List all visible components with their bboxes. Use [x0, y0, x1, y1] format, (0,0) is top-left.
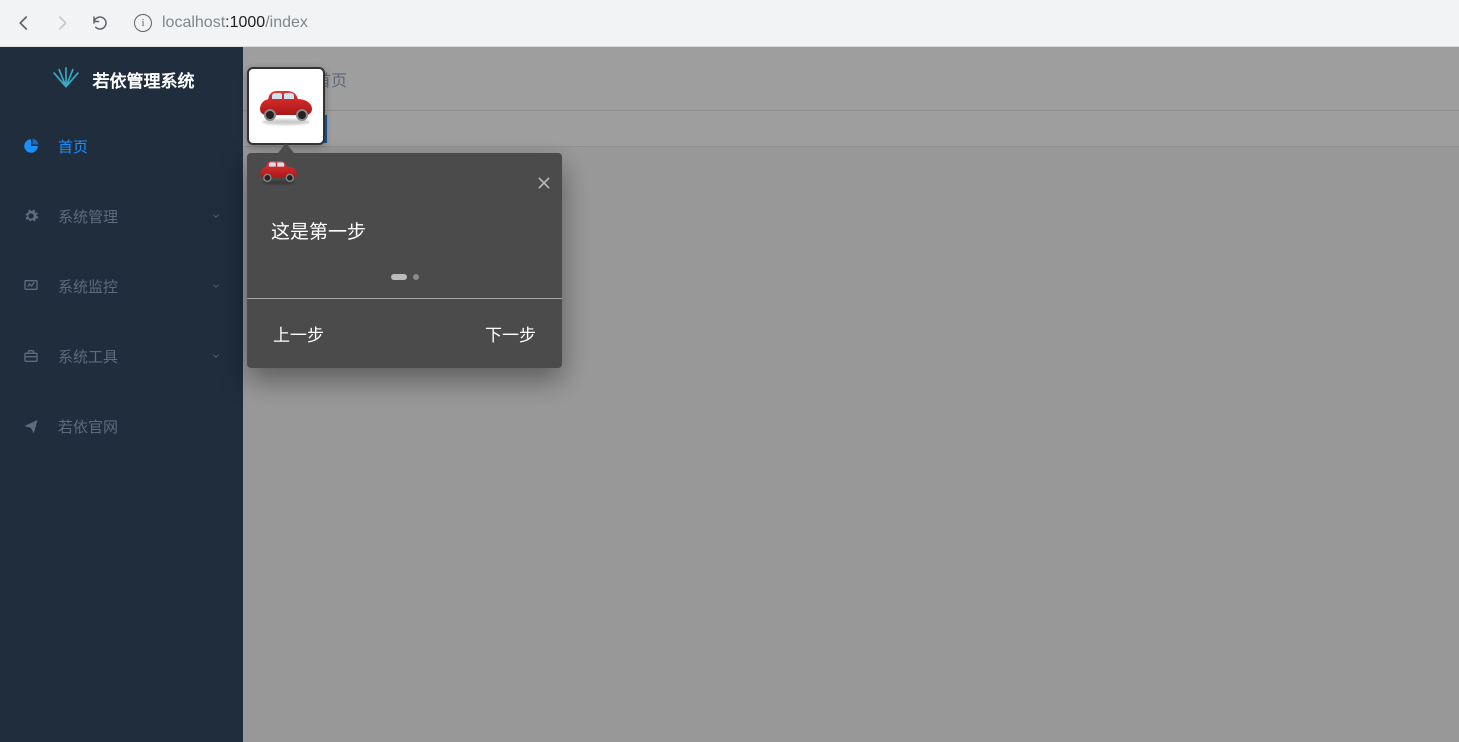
tour-popover-header: [247, 153, 562, 187]
brand-logo-icon: [49, 67, 83, 91]
dashboard-icon: [22, 137, 40, 155]
sidebar-item-label: 系统管理: [58, 206, 118, 227]
tour-popover: 这是第一步 上一步 下一步: [247, 153, 562, 368]
browser-forward-button[interactable]: [48, 9, 76, 37]
browser-toolbar: i localhost:1000/index: [0, 0, 1459, 47]
tour-overlay[interactable]: [243, 47, 1459, 742]
sidebar-item-label: 系统监控: [58, 276, 118, 297]
browser-address-bar[interactable]: i localhost:1000/index: [134, 14, 1449, 32]
monitor-icon: [22, 278, 40, 294]
sidebar-item-label: 系统工具: [58, 346, 118, 367]
sidebar-item-system-tools[interactable]: 系统工具: [0, 321, 243, 391]
toolbox-icon: [22, 348, 40, 364]
tour-step-target[interactable]: [247, 67, 325, 145]
sidebar-item-label: 若依官网: [58, 416, 118, 437]
sidebar: 若依管理系统 首页 系统管理 系统监控: [0, 47, 243, 742]
browser-reload-button[interactable]: [86, 9, 114, 37]
site-info-icon[interactable]: i: [134, 14, 152, 32]
url-host: localhost: [162, 14, 225, 32]
url-path: /index: [265, 14, 308, 32]
sidebar-item-label: 首页: [58, 136, 88, 157]
sidebar-item-official-site[interactable]: 若依官网: [0, 391, 243, 461]
tour-popover-arrow-icon: [278, 143, 294, 153]
car-icon: [259, 161, 463, 176]
tour-step-text: 这是第一步: [247, 187, 562, 264]
tour-dot-icon: [413, 274, 419, 280]
brand-title: 若依管理系统: [93, 67, 195, 92]
gear-icon: [22, 208, 40, 224]
tour-dot-active-icon: [391, 274, 407, 280]
tour-popover-footer: 上一步 下一步: [247, 298, 562, 368]
tour-progress-dots: [247, 264, 562, 298]
car-icon: [258, 91, 314, 121]
app-root: 若依管理系统 首页 系统管理 系统监控: [0, 47, 1459, 742]
sidebar-item-system-monitor[interactable]: 系统监控: [0, 251, 243, 321]
tour-prev-button[interactable]: 上一步: [273, 321, 324, 346]
main-content: 首页 首页: [243, 47, 1459, 742]
chevron-down-icon: [211, 351, 221, 361]
browser-back-button[interactable]: [10, 9, 38, 37]
sidebar-item-home[interactable]: 首页: [0, 111, 243, 181]
url-port: :1000: [225, 14, 265, 32]
chevron-down-icon: [211, 281, 221, 291]
sidebar-item-system-management[interactable]: 系统管理: [0, 181, 243, 251]
tour-close-button[interactable]: [536, 175, 552, 191]
tour-next-button[interactable]: 下一步: [485, 321, 536, 346]
chevron-down-icon: [211, 211, 221, 221]
sidebar-brand[interactable]: 若依管理系统: [0, 47, 243, 111]
paper-plane-icon: [22, 418, 40, 434]
